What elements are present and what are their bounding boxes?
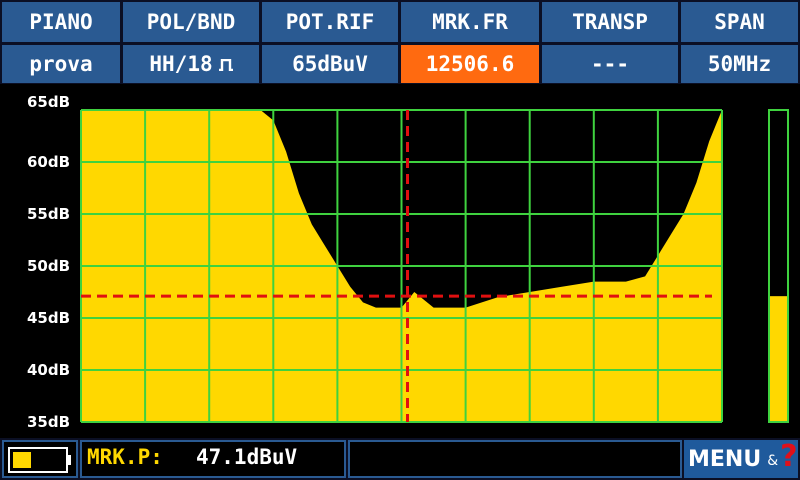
header-title-piano[interactable]: PIANO	[2, 2, 120, 42]
y-tick-label: 35dB	[27, 413, 70, 431]
ref-level-value[interactable]: 65dBuV	[262, 45, 398, 83]
battery-box	[2, 440, 78, 478]
menu-ampersand: &	[767, 453, 779, 469]
marker-frequency-value[interactable]: 12506.6	[401, 45, 539, 83]
header-title-mrk-fr[interactable]: MRK.FR	[401, 2, 539, 42]
status-box	[348, 440, 682, 478]
battery-icon	[8, 447, 71, 473]
menu-help-button[interactable]: MENU & ?	[684, 438, 798, 478]
header-title-pot-rif[interactable]: POT.RIF	[262, 2, 398, 42]
marker-power-label: MRK.P:	[87, 445, 163, 469]
help-icon: ?	[780, 438, 798, 474]
transponder-value[interactable]: ---	[542, 45, 678, 83]
marker-power-value: 47.1dBuV	[196, 445, 298, 469]
marker-power-box: MRK.P: 47.1dBuV	[80, 440, 346, 478]
pol-band-text: HH/18	[149, 52, 213, 76]
level-bar-fill	[770, 296, 787, 421]
y-tick-label: 50dB	[27, 257, 70, 275]
header-title-pol-bnd[interactable]: POL/BND	[123, 2, 259, 42]
spectrum-chart[interactable]: 65dB 60dB 55dB 50dB 45dB 40dB 35dB	[0, 84, 800, 438]
plan-value[interactable]: prova	[2, 45, 120, 83]
span-value[interactable]: 50MHz	[681, 45, 798, 83]
menu-label: MENU	[688, 446, 762, 472]
pol-band-value[interactable]: HH/18	[123, 45, 259, 83]
pulse-icon	[218, 59, 233, 71]
y-tick-label: 45dB	[27, 309, 70, 327]
header-title-span[interactable]: SPAN	[681, 2, 798, 42]
footer-panel: MRK.P: 47.1dBuV MENU & ?	[0, 438, 800, 480]
y-tick-label: 55dB	[27, 205, 70, 223]
y-axis-labels: 65dB 60dB 55dB 50dB 45dB 40dB 35dB	[27, 93, 70, 431]
y-tick-label: 40dB	[27, 361, 70, 379]
y-tick-label: 65dB	[27, 93, 70, 111]
header-title-transp[interactable]: TRANSP	[542, 2, 678, 42]
header-panel: PIANO POL/BND POT.RIF MRK.FR TRANSP SPAN…	[0, 0, 800, 84]
y-tick-label: 60dB	[27, 153, 70, 171]
